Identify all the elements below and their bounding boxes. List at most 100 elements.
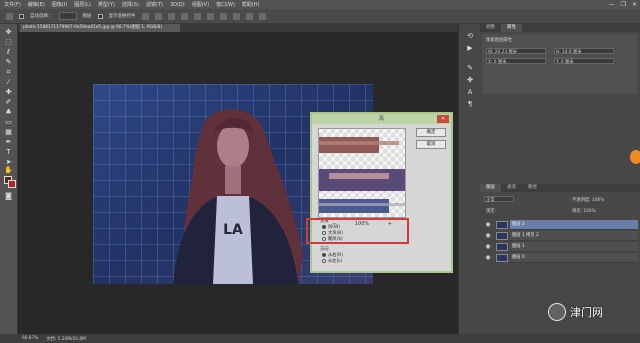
restore-icon[interactable]: ❐ xyxy=(621,1,626,8)
watermark-text: 津门网 xyxy=(570,306,603,319)
menu-image[interactable]: 图像(I) xyxy=(52,1,67,8)
move-tool-icon[interactable] xyxy=(6,12,13,20)
ok-button[interactable]: 确定 xyxy=(416,128,446,137)
background-color-swatch[interactable] xyxy=(8,180,16,188)
menu-select[interactable]: 选择(S) xyxy=(122,1,139,8)
preview-illustration xyxy=(319,137,405,213)
fill-label[interactable]: 填充: 100% xyxy=(572,208,596,214)
visibility-eye-icon[interactable]: ◉ xyxy=(484,254,492,262)
menu-help[interactable]: 帮助(H) xyxy=(242,1,260,8)
document-tab[interactable]: photo-1588171179967-0e59ea41e5.jpg @ 66.… xyxy=(20,24,180,32)
menu-filter[interactable]: 滤镜(T) xyxy=(146,1,163,8)
layer-name: 图层 1 拷贝 2 xyxy=(512,233,539,238)
watermark: 津门网 xyxy=(548,300,603,324)
layers-tabs: 图层 通道 路径 xyxy=(480,184,640,192)
layer-name: 图层 1 xyxy=(512,244,525,249)
menu-layer[interactable]: 图层(L) xyxy=(74,1,91,8)
menu-3d[interactable]: 3D(D) xyxy=(170,2,185,8)
layer-thumbnail xyxy=(496,221,508,229)
align-right-icon[interactable] xyxy=(167,12,175,20)
layer-thumbnail xyxy=(496,243,508,251)
align-top-icon[interactable] xyxy=(180,12,188,20)
width-value: W: 20.23 厘米 xyxy=(488,50,518,55)
opacity-label[interactable]: 不透明度: 100% xyxy=(572,197,604,203)
layer-row[interactable]: ◉ 图层 2 xyxy=(485,220,638,230)
pen-tool-icon[interactable]: ✒ xyxy=(4,138,13,147)
align-middle-icon[interactable] xyxy=(193,12,201,20)
type-tool-icon[interactable]: T xyxy=(4,148,13,157)
healing-tool-icon[interactable]: ✚ xyxy=(4,88,13,97)
eraser-tool-icon[interactable]: ▭ xyxy=(4,118,13,127)
floating-assistant-button[interactable] xyxy=(630,150,640,164)
align-left-icon[interactable] xyxy=(141,12,149,20)
hand-tool-icon[interactable]: ✋ xyxy=(4,166,13,175)
collapsed-panels-column: ⟲ ▶ ✎ ✤ A ¶ xyxy=(458,24,480,334)
brush-settings-icon[interactable]: ✎ xyxy=(466,64,474,72)
properties-tabs: 调整 属性 xyxy=(480,24,640,32)
eyedropper-tool-icon[interactable]: ⁄ xyxy=(4,78,13,87)
radio-selected-icon xyxy=(322,252,326,257)
paragraph-icon[interactable]: ¶ xyxy=(466,100,474,108)
actions-icon[interactable]: ▶ xyxy=(466,44,474,52)
height-value: H: 14.6 厘米 xyxy=(556,50,582,55)
status-zoom[interactable]: 66.67% xyxy=(22,336,38,341)
direction-left-label: 从左(L) xyxy=(328,259,343,264)
options-bar: 自动选择： 图层 显示变换控件 xyxy=(0,9,640,24)
dialog-title: 风 xyxy=(312,114,451,124)
3d-mode-icon[interactable] xyxy=(258,12,266,20)
align-center-icon[interactable] xyxy=(154,12,162,20)
layer-row[interactable]: ◉ 图层 1 xyxy=(485,242,638,252)
layer-select-label: 图层 xyxy=(82,14,92,19)
direction-left-radio[interactable]: 从左(L) xyxy=(322,258,342,264)
menu-window[interactable]: 窗口(W) xyxy=(216,1,235,8)
align-bottom-icon[interactable] xyxy=(206,12,214,20)
quick-mask-icon[interactable]: ◙ xyxy=(4,192,13,201)
menu-file[interactable]: 文件(F) xyxy=(4,1,21,8)
menu-view[interactable]: 视图(V) xyxy=(192,1,209,8)
tab-paths[interactable]: 路径 xyxy=(522,184,543,192)
history-icon[interactable]: ⟲ xyxy=(466,32,474,40)
auto-select-label: 自动选择： xyxy=(30,14,53,19)
cancel-button[interactable]: 取消 xyxy=(416,140,446,149)
highlight-box xyxy=(306,218,409,244)
tab-layers[interactable]: 图层 xyxy=(480,184,501,192)
wind-filter-dialog: 风 ✕ − 100% + 确定 取消 方法 风(W) 大风(B) 飓风(S) 方… xyxy=(310,112,453,273)
gradient-tool-icon[interactable]: ▦ xyxy=(4,128,13,137)
tab-properties[interactable]: 属性 xyxy=(501,24,522,32)
menu-type[interactable]: 类型(Y) xyxy=(98,1,115,8)
visibility-eye-icon[interactable]: ◉ xyxy=(484,221,492,229)
dialog-close-button[interactable]: ✕ xyxy=(437,115,449,123)
layer-thumbnail xyxy=(496,254,508,262)
right-panels: 调整 属性 像素图层属性 W: 20.23 厘米 H: 14.6 厘米 X: 0… xyxy=(480,24,640,334)
marquee-tool-icon[interactable]: ⬚ xyxy=(4,38,13,47)
distribute-h-icon[interactable] xyxy=(232,12,240,20)
tab-channels[interactable]: 通道 xyxy=(501,184,522,192)
crop-tool-icon[interactable]: ⌗ xyxy=(4,68,13,77)
blend-mode-value: 正常 xyxy=(486,198,495,203)
visibility-eye-icon[interactable]: ◉ xyxy=(484,232,492,240)
brush-tool-icon[interactable]: ✐ xyxy=(4,98,13,107)
close-icon[interactable]: ✕ xyxy=(632,1,637,8)
show-transform-checkbox[interactable] xyxy=(97,13,103,19)
wechat-logo-icon xyxy=(548,303,566,321)
filter-preview[interactable] xyxy=(318,128,406,218)
layer-select[interactable] xyxy=(58,12,77,20)
layer-row[interactable]: ◉ 图层 1 拷贝 2 xyxy=(485,231,638,241)
menu-edit[interactable]: 编辑(E) xyxy=(28,1,45,8)
move-tool-icon[interactable]: ✥ xyxy=(4,28,13,37)
layer-name: 图层 0 xyxy=(512,255,525,260)
visibility-eye-icon[interactable]: ◉ xyxy=(484,243,492,251)
properties-title: 像素图层属性 xyxy=(486,38,512,43)
distribute-v-icon[interactable] xyxy=(245,12,253,20)
quick-select-tool-icon[interactable]: ✎ xyxy=(4,58,13,67)
minimize-icon[interactable]: — xyxy=(609,1,615,8)
y-value: Y: 0 厘米 xyxy=(556,60,574,65)
distribute-icon[interactable] xyxy=(219,12,227,20)
clone-source-icon[interactable]: ✤ xyxy=(466,76,474,84)
lasso-tool-icon[interactable]: ℓ xyxy=(4,48,13,57)
stamp-tool-icon[interactable]: ♣ xyxy=(4,108,13,117)
tab-adjustments[interactable]: 调整 xyxy=(480,24,501,32)
layer-row[interactable]: ◉ 图层 0 xyxy=(485,253,638,263)
auto-select-checkbox[interactable] xyxy=(19,13,24,19)
character-icon[interactable]: A xyxy=(466,88,474,96)
